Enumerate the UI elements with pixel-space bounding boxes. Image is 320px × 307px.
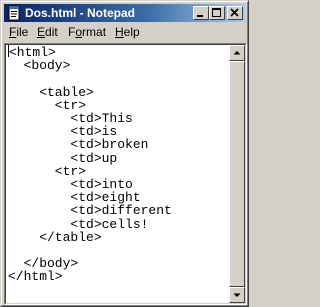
arrow-up-icon [233, 51, 241, 55]
menu-file[interactable]: File [9, 25, 28, 40]
text-line: <table> [8, 84, 94, 100]
text-line: <td>broken [8, 137, 149, 153]
scroll-thumb[interactable] [229, 61, 245, 287]
close-icon [230, 8, 239, 17]
arrow-down-icon [233, 293, 241, 297]
notepad-icon[interactable] [6, 5, 22, 21]
text-line: <td>cells! [8, 216, 149, 232]
maximize-button[interactable] [209, 6, 225, 20]
text-line: </html> [8, 269, 63, 285]
text-area[interactable]: <html> <body> <table> <tr> <td>This <td>… [8, 45, 228, 303]
menu-format[interactable]: Format [68, 25, 106, 40]
close-button[interactable] [227, 6, 243, 20]
scroll-down-button[interactable] [229, 287, 245, 303]
editor[interactable]: <html> <body> <table> <tr> <td>This <td>… [5, 44, 246, 304]
title-bar[interactable]: Dos.html - Notepad [4, 4, 245, 22]
text-line [8, 72, 228, 85]
vertical-scrollbar[interactable] [229, 45, 245, 303]
text-line: </table> [8, 229, 102, 245]
text-line: <td>different [8, 203, 172, 219]
menu-edit[interactable]: Edit [37, 25, 58, 40]
menu-bar: File Edit Format Help [4, 23, 245, 42]
text-line: <html> [8, 45, 56, 60]
scroll-up-button[interactable] [229, 45, 245, 61]
window-title: Dos.html - Notepad [25, 6, 135, 20]
maximize-icon [212, 8, 221, 17]
notepad-window: Dos.html - Notepad File Edit Format Help… [0, 0, 249, 307]
text-line: <body> [8, 58, 71, 74]
text-caret [8, 45, 9, 57]
editor-frame: <html> <body> <table> <tr> <td>This <td>… [4, 43, 247, 305]
minimize-icon [197, 15, 203, 17]
minimize-button[interactable] [193, 6, 209, 20]
text-line: <td>up [8, 150, 118, 166]
menu-help[interactable]: Help [115, 25, 140, 40]
